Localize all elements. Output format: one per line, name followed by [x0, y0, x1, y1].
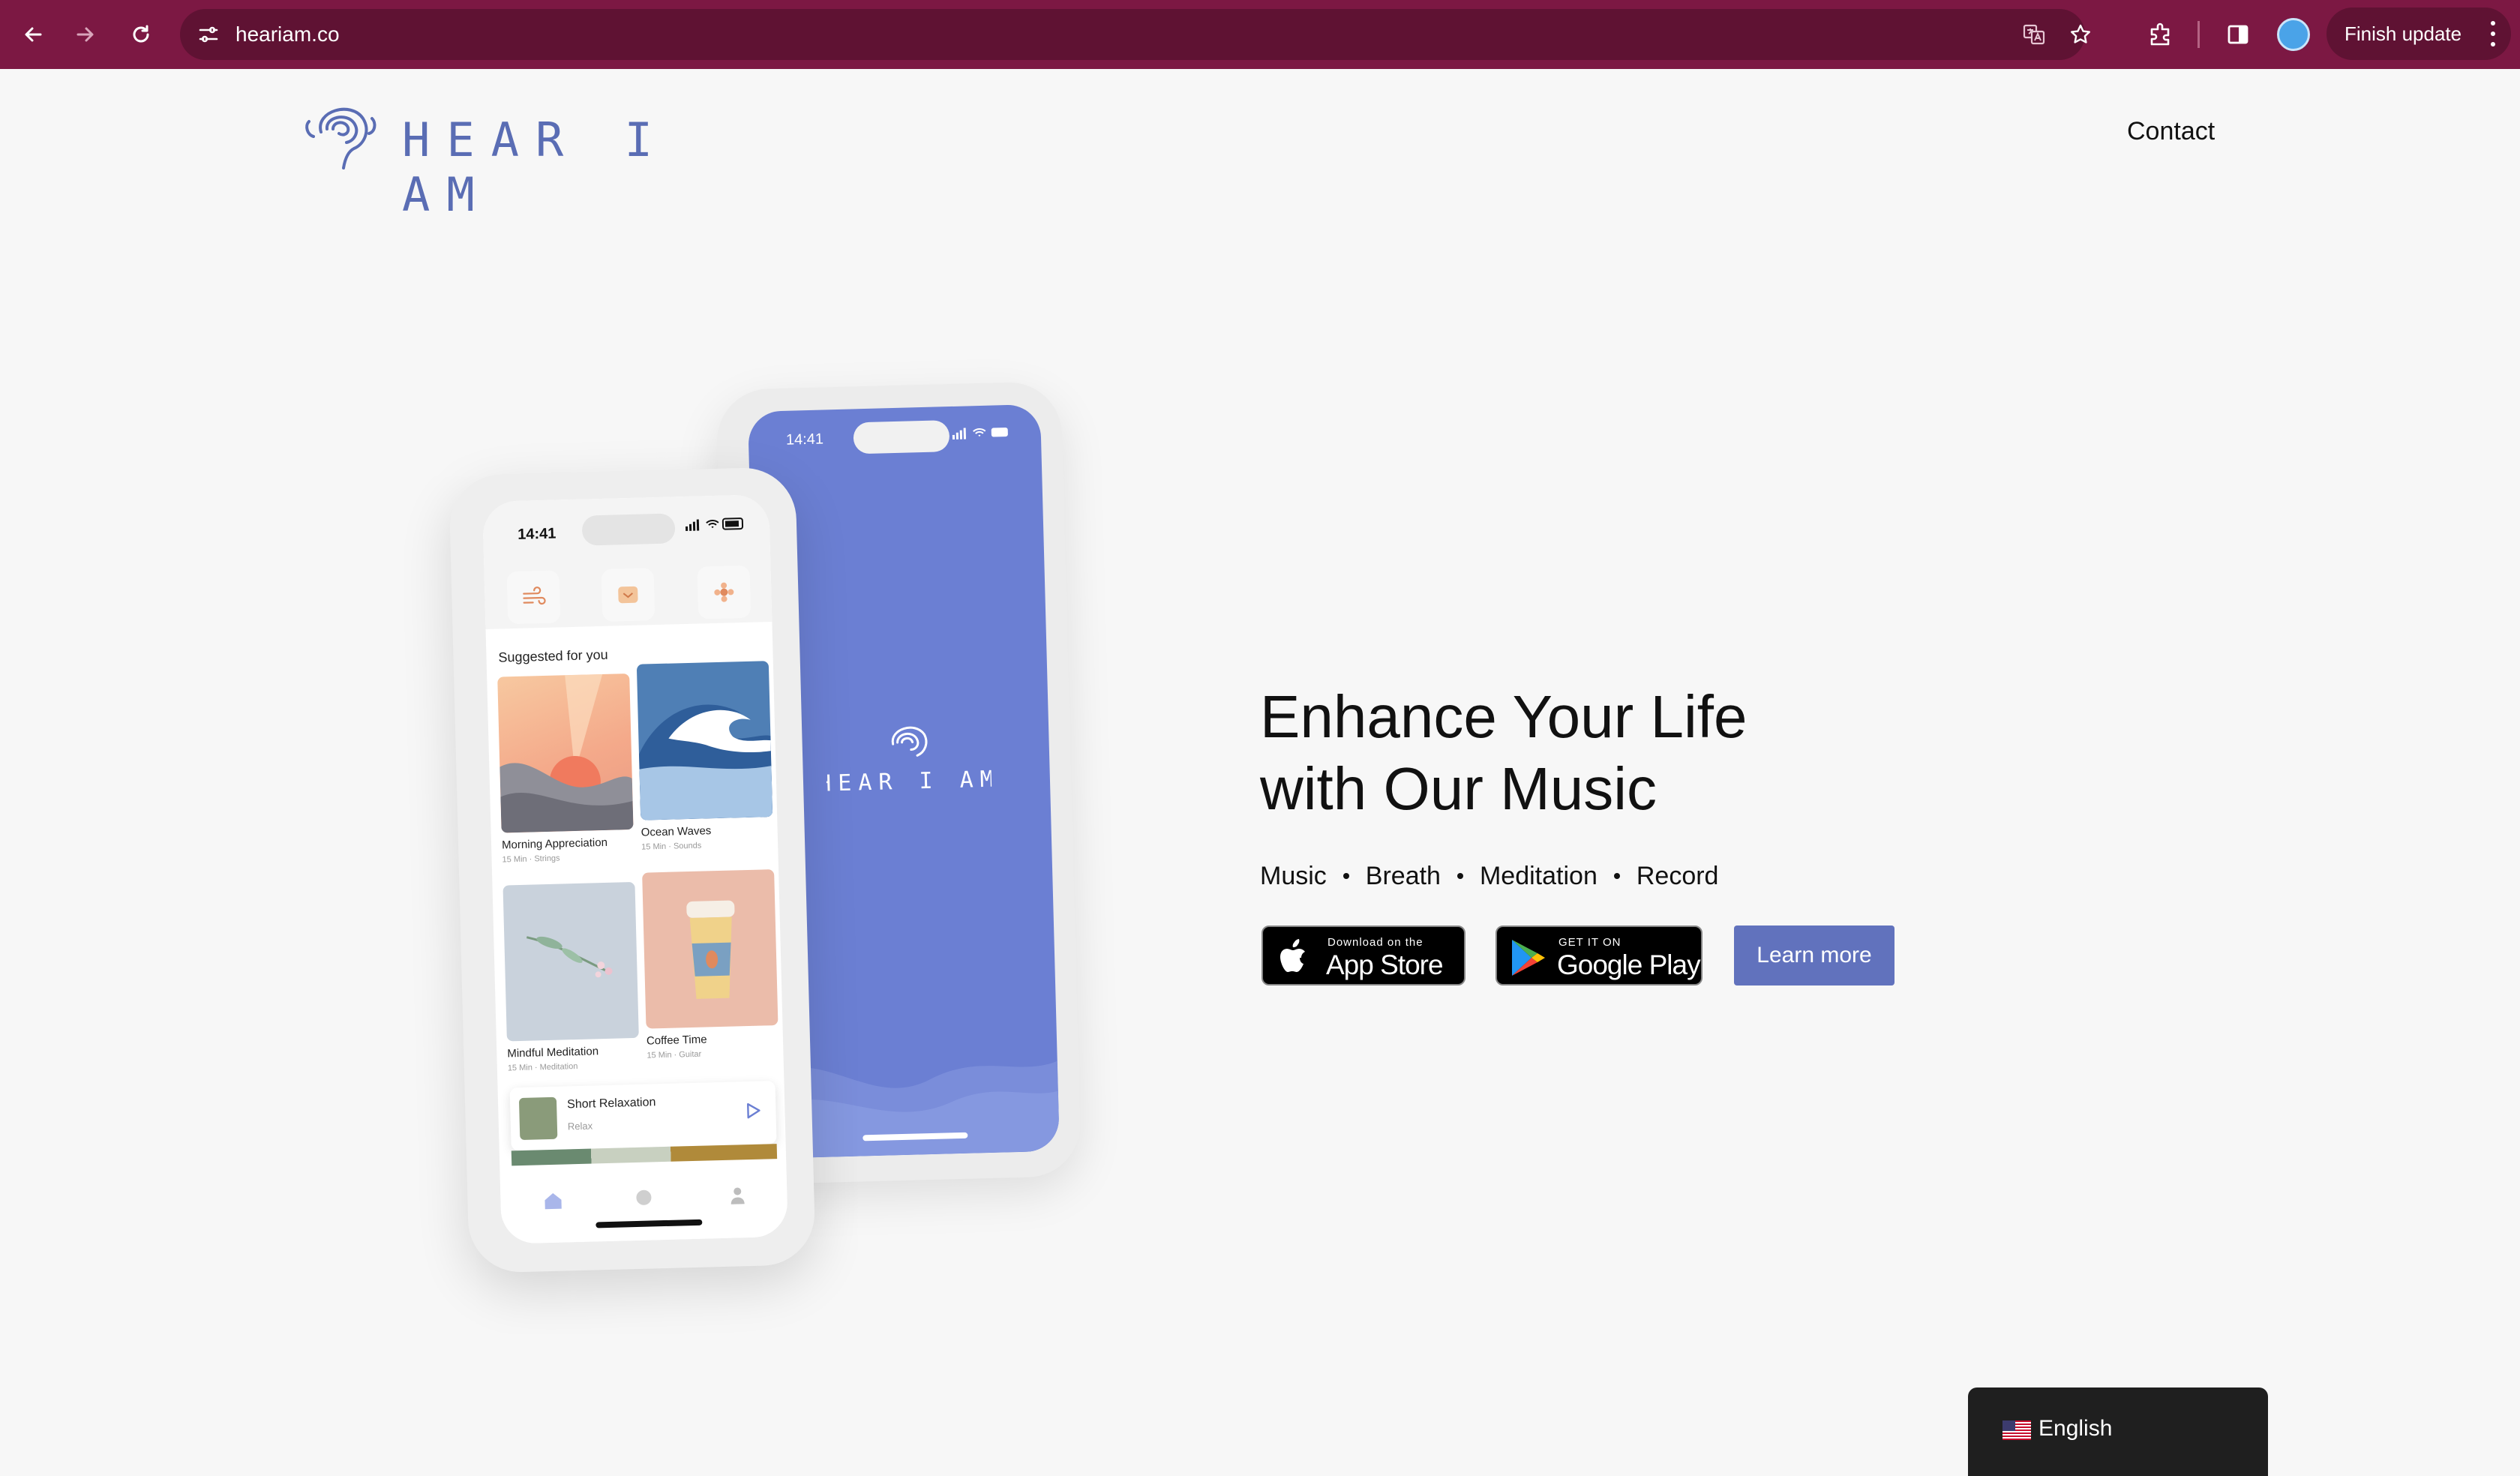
card-subtitle: 15 Min · Strings: [502, 854, 560, 865]
mini-player[interactable]: Short Relaxation Relax: [509, 1081, 777, 1151]
site-info-icon[interactable]: [192, 18, 225, 51]
dynamic-island: [853, 420, 950, 454]
card-subtitle: 15 Min · Guitar: [646, 1049, 702, 1060]
mini-player-thumbnail: [518, 1096, 558, 1141]
hero-title: Enhance Your Life with Our Music: [1260, 681, 1935, 825]
splash-logo-text: HEAR I AM: [825, 766, 992, 796]
apple-icon: [1280, 939, 1305, 972]
back-arrow-icon[interactable]: [12, 14, 54, 56]
finish-update-button[interactable]: Finish update: [2326, 8, 2511, 60]
meditation-category-icon[interactable]: [697, 565, 752, 620]
toolbar-divider: [2198, 21, 2200, 48]
hero-title-line2: with Our Music: [1260, 755, 1657, 822]
more-menu-icon[interactable]: [2490, 21, 2496, 46]
card-coffee-time[interactable]: [642, 869, 778, 1029]
card-mindful-meditation[interactable]: [502, 881, 639, 1042]
hero-title-line1: Enhance Your Life: [1260, 683, 1748, 750]
profile-avatar[interactable]: [2277, 18, 2310, 51]
music-category-icon[interactable]: [601, 568, 656, 622]
splash-logo: HEAR I AM: [825, 726, 992, 797]
app-store-small-text: Download on the: [1328, 936, 1424, 949]
card-ocean-waves[interactable]: [636, 661, 773, 820]
google-play-icon: [1512, 940, 1545, 976]
mini-player-title: Short Relaxation: [566, 1096, 656, 1112]
phone-mockup-front: 14:41 Suggested for you Morning Apprecia…: [448, 466, 816, 1274]
breath-category-icon[interactable]: [506, 570, 561, 625]
google-play-badge[interactable]: GET IT ON Google Play: [1496, 926, 1702, 986]
feature-music: Music: [1260, 861, 1327, 890]
extensions-icon[interactable]: [2139, 14, 2181, 56]
language-label: English: [2038, 1416, 2113, 1441]
contact-link[interactable]: Contact: [2127, 117, 2215, 146]
card-subtitle: 15 Min · Sounds: [641, 841, 702, 852]
card-title: Coffee Time: [646, 1033, 707, 1048]
mini-player-subtitle: Relax: [567, 1120, 593, 1132]
bullet: [1613, 873, 1620, 879]
status-time: 14:41: [517, 525, 556, 543]
feature-meditation: Meditation: [1479, 861, 1598, 890]
logo-text: HEAR I AM: [402, 112, 669, 222]
status-icons: [686, 518, 744, 531]
coffee-cup-illustration: [686, 900, 735, 999]
home-screen: 14:41 Suggested for you Morning Apprecia…: [482, 494, 788, 1244]
site-logo[interactable]: HEAR I AM: [298, 96, 718, 222]
bookmark-star-icon[interactable]: [2064, 18, 2097, 51]
app-store-big-text: App Store: [1326, 950, 1444, 980]
google-play-small-text: GET IT ON: [1558, 936, 1622, 949]
card-title: Ocean Waves: [640, 824, 712, 839]
logo-ear-icon: [305, 107, 376, 170]
browser-toolbar: heariam.co Finish update: [0, 0, 2520, 69]
section-title: Suggested for you: [498, 646, 608, 665]
status-time: 14:41: [785, 430, 824, 448]
translate-icon[interactable]: [2018, 18, 2050, 51]
card-subtitle: 15 Min · Meditation: [507, 1061, 578, 1073]
side-panel-icon[interactable]: [2217, 14, 2259, 56]
search-tab-icon[interactable]: [629, 1183, 660, 1214]
bullet: [1342, 873, 1349, 879]
sunset-illustration: [500, 674, 634, 833]
learn-more-button[interactable]: Learn more: [1734, 926, 1894, 986]
card-title: Morning Appreciation: [501, 836, 608, 852]
branch-illustration: [526, 936, 613, 978]
google-play-big-text: Google Play: [1557, 950, 1701, 980]
language-switcher[interactable]: English: [1968, 1388, 2268, 1476]
forward-arrow-icon[interactable]: [64, 14, 106, 56]
tab-bar: [500, 1160, 788, 1244]
us-flag-icon: [2002, 1420, 2031, 1440]
url-text[interactable]: heariam.co: [236, 9, 340, 60]
home-tab-icon[interactable]: [538, 1185, 568, 1216]
card-morning-appreciation[interactable]: [497, 674, 634, 833]
address-bar[interactable]: heariam.co: [180, 9, 2090, 60]
profile-tab-icon[interactable]: [722, 1180, 753, 1211]
reload-icon[interactable]: [120, 14, 162, 56]
bullet: [1456, 873, 1463, 879]
play-icon[interactable]: [741, 1100, 764, 1123]
app-store-badge[interactable]: Download on the App Store: [1262, 926, 1466, 986]
wave-illustration: [638, 704, 773, 820]
feature-breath: Breath: [1365, 861, 1441, 890]
finish-update-label: Finish update: [2344, 22, 2462, 45]
feature-record: Record: [1636, 861, 1719, 890]
dynamic-island: [581, 513, 676, 546]
card-title: Mindful Meditation: [507, 1045, 599, 1060]
feature-list: Music Breath Meditation Record: [1260, 858, 1718, 894]
status-icons: [952, 428, 1008, 440]
